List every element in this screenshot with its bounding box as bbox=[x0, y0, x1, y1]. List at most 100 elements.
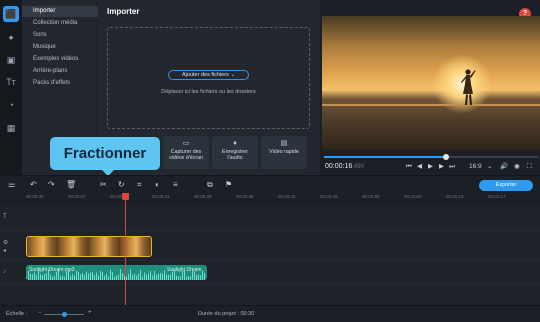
video-clip[interactable] bbox=[26, 236, 152, 257]
waveform-bar bbox=[146, 274, 147, 280]
magic-wand-icon[interactable]: ✦ bbox=[3, 30, 19, 46]
playhead[interactable] bbox=[125, 193, 126, 307]
waveform-bar bbox=[32, 274, 33, 280]
waveform-bar bbox=[162, 273, 163, 280]
record-audio-button[interactable]: ♦ Enregistrer l'audio bbox=[212, 136, 258, 169]
lock-icon[interactable]: ◂ bbox=[3, 248, 6, 255]
category-media-collection[interactable]: Collection média bbox=[22, 18, 98, 29]
drop-zone[interactable]: Ajouter des fichiers ⌄ Déplacer ici les f… bbox=[107, 27, 310, 129]
waveform-bar bbox=[150, 271, 151, 280]
drop-hint: Déplacer ici les fichiers ou les dossier… bbox=[161, 89, 256, 95]
waveform-bar bbox=[72, 274, 73, 280]
waveform-bar bbox=[50, 274, 51, 280]
waveform-bar bbox=[30, 273, 31, 280]
play-icon[interactable]: ▶ bbox=[428, 163, 433, 171]
redo-icon[interactable]: ↷ bbox=[48, 180, 55, 190]
snapshot-icon[interactable]: ◉ bbox=[514, 163, 520, 171]
titles-icon[interactable]: Tт bbox=[3, 74, 19, 90]
playhead-handle[interactable] bbox=[122, 193, 129, 200]
waveform-bar bbox=[98, 275, 99, 280]
step-back-icon[interactable]: ◀ bbox=[417, 163, 422, 171]
ruler-label: 00:00:56 bbox=[362, 194, 380, 199]
color-adjust-icon[interactable]: ◐ bbox=[155, 180, 160, 190]
audio-clip[interactable]: Sunlight Dream.mp3 Sunlight Dream bbox=[26, 265, 207, 280]
waveform-bar bbox=[40, 274, 41, 280]
rotate-icon[interactable]: ↻ bbox=[118, 180, 125, 190]
woman-silhouette bbox=[461, 69, 476, 105]
waveform-bar bbox=[154, 270, 155, 280]
category-music[interactable]: Musique bbox=[22, 42, 98, 53]
waveform-bar bbox=[186, 276, 187, 280]
crop-icon[interactable]: ⌗ bbox=[137, 180, 142, 190]
timeline-ruler[interactable]: 00:00:00 00:00:07 00:00:14 00:00:21 00:0… bbox=[0, 193, 540, 204]
timecode-ms: .490 bbox=[352, 164, 364, 170]
import-icon[interactable]: ⬛ bbox=[3, 6, 19, 22]
waveform-bar bbox=[88, 273, 89, 280]
zoom-out-icon[interactable]: − bbox=[38, 310, 42, 316]
waveform-bar bbox=[70, 276, 71, 280]
more-tools-icon[interactable]: ▦ bbox=[3, 120, 19, 136]
waveform-bar bbox=[36, 275, 37, 280]
waveform-bar bbox=[176, 275, 177, 280]
category-backgrounds[interactable]: Arrière-plans bbox=[22, 66, 98, 77]
timeline-tracks[interactable]: T ⚙ ◂ ♪ Sunlight Dream.mp3 Sunlight Drea… bbox=[0, 204, 540, 305]
delete-icon[interactable]: 🗑 bbox=[66, 180, 76, 190]
zoom-slider-knob[interactable] bbox=[62, 312, 67, 317]
waveform-bar bbox=[106, 273, 107, 280]
quick-video-button[interactable]: ▤ Vidéo rapide bbox=[261, 136, 307, 169]
split-tooltip: Fractionner bbox=[50, 137, 160, 176]
waveform-bar bbox=[60, 276, 61, 280]
waveform-bar bbox=[156, 274, 157, 280]
next-clip-icon[interactable]: ⏭ bbox=[449, 163, 455, 171]
waveform-bar bbox=[56, 271, 57, 280]
category-sample-videos[interactable]: Exemples vidéos bbox=[22, 54, 98, 65]
fullscreen-icon[interactable]: ⛶ bbox=[527, 163, 532, 171]
music-track-icon[interactable]: ♪ bbox=[3, 269, 6, 276]
waveform-bar bbox=[200, 275, 201, 280]
progress-knob[interactable] bbox=[442, 154, 449, 160]
aspect-ratio-select[interactable]: 16:9 bbox=[469, 163, 482, 171]
undo-icon[interactable]: ↶ bbox=[30, 180, 37, 190]
waveform-bar bbox=[52, 276, 53, 280]
ruler-label: 00:00:21 bbox=[152, 194, 170, 199]
video-track-icon[interactable]: ⚙ bbox=[3, 240, 8, 247]
clip-properties-icon[interactable]: ≡ bbox=[173, 180, 178, 190]
ruler-label: 00:00:42 bbox=[278, 194, 296, 199]
split-icon[interactable]: ✂ bbox=[100, 180, 107, 190]
horizon-line bbox=[322, 104, 540, 106]
category-sounds[interactable]: Sons bbox=[22, 30, 98, 41]
waveform-bar bbox=[114, 276, 115, 280]
category-effect-packs[interactable]: Packs d'effets bbox=[22, 78, 98, 89]
progress-fill bbox=[324, 156, 446, 158]
transitions-icon[interactable]: ◔ bbox=[3, 97, 19, 113]
waveform-bar bbox=[118, 275, 119, 280]
playback-progress[interactable] bbox=[324, 154, 538, 160]
previous-clip-icon[interactable]: ⏮ bbox=[406, 163, 412, 171]
waveform-bar bbox=[116, 275, 117, 280]
waveform-bar bbox=[132, 274, 133, 280]
marker-flag-icon[interactable]: ⚑ bbox=[225, 180, 232, 190]
tile-label: Enregistrer l'audio bbox=[222, 149, 248, 161]
zoom-in-icon[interactable]: + bbox=[88, 310, 92, 316]
waveform-bar bbox=[78, 271, 79, 280]
step-forward-icon[interactable]: ▶ bbox=[439, 163, 444, 171]
timecode: 00:00:16.490 bbox=[325, 163, 364, 170]
chevron-down-icon[interactable]: ⌄ bbox=[487, 163, 492, 171]
category-import[interactable]: Importer bbox=[22, 6, 98, 17]
settings-sliders-icon[interactable]: ⚌ bbox=[8, 180, 15, 190]
waveform-bar bbox=[180, 276, 181, 280]
export-button[interactable]: Exporter bbox=[479, 180, 533, 191]
waveform-bar bbox=[26, 277, 27, 280]
waveform-bar bbox=[74, 275, 75, 280]
tool-rail: ⬛ ✦ ▣ Tт ◔ ▦ bbox=[0, 0, 22, 175]
waveform-bar bbox=[34, 272, 35, 280]
volume-icon[interactable]: 🔊 bbox=[500, 163, 508, 171]
insert-overlay-icon[interactable]: ⧉ bbox=[207, 180, 213, 190]
ruler-label: 00:00:28 bbox=[194, 194, 212, 199]
screen-capture-button[interactable]: ▭ Capturer des vidéos d'écran bbox=[163, 136, 209, 169]
scale-label: Échelle : bbox=[6, 311, 28, 317]
filters-icon[interactable]: ▣ bbox=[3, 52, 19, 68]
tile-label: Capturer des vidéos d'écran bbox=[169, 149, 203, 161]
waveform-bar bbox=[90, 272, 91, 280]
add-files-button[interactable]: Ajouter des fichiers ⌄ bbox=[168, 70, 249, 80]
